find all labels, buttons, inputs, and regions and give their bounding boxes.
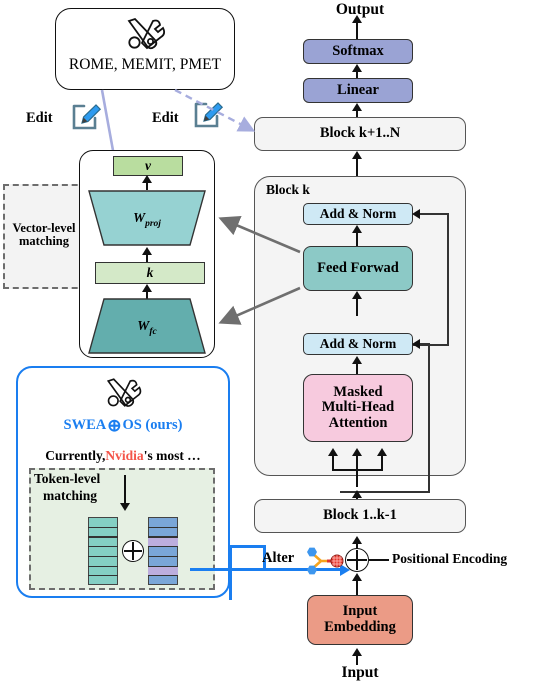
- softmax-box[interactable]: Softmax: [303, 39, 413, 64]
- residual-top-vertical: [447, 214, 449, 346]
- qkv-arrow-3-head: [376, 448, 387, 456]
- w-proj-label: Wproj: [85, 205, 209, 231]
- editors-label: ROME, MEMIT, PMET: [68, 55, 222, 73]
- sentence-part-1: Currently,: [45, 447, 106, 463]
- qkv-arrow-2-line: [356, 455, 359, 487]
- swea-title-op: ⊕: [107, 415, 122, 435]
- arrow-softmax-to-output-head: [351, 15, 362, 23]
- add-norm-top[interactable]: Add & Norm: [303, 203, 413, 225]
- vector-level-line-1: Vector-level: [12, 220, 76, 235]
- arrow-k-to-wproj-head: [141, 247, 152, 255]
- positional-encoding-label: Positional Encoding: [392, 551, 508, 566]
- vector-level-line-2: matching: [19, 234, 69, 248]
- sentence-part-2: 's most …: [143, 447, 201, 463]
- arrow-pe-to-blocklower-head: [351, 536, 362, 544]
- arrow-blockupper-to-linear-head: [351, 103, 362, 111]
- arrow-addnormbottom-to-ff-line: [356, 298, 359, 316]
- token-column-right-cells: [148, 517, 178, 585]
- add-norm-bottom[interactable]: Add & Norm: [303, 333, 413, 355]
- token-down-arrow-line: [124, 475, 126, 505]
- positional-connector: [369, 559, 389, 561]
- feed-forward-box[interactable]: Feed Forwad: [303, 246, 413, 291]
- arrow-wfc-to-k-head: [141, 284, 152, 292]
- swea-title: SWEA ⊕ OS (ours): [20, 415, 226, 437]
- input-label: Input: [341, 663, 379, 681]
- token-level-line-2: matching: [43, 487, 97, 503]
- arrow-emb-to-oplus-head: [351, 573, 362, 581]
- arrow-wproj-to-v-line: [146, 182, 149, 190]
- w-fc-sub: fc: [149, 326, 157, 337]
- residual-bottom-into-addnorm: [419, 343, 430, 345]
- arrow-ff-to-addnorm-head: [351, 225, 362, 233]
- arrow-blockk-to-blockupper-line: [356, 158, 359, 178]
- k-label: k: [146, 264, 154, 280]
- block-k-label: Block k: [266, 182, 310, 197]
- token-down-arrow-head: [120, 503, 130, 511]
- block-lower[interactable]: Block 1..k-1: [254, 499, 466, 533]
- input-embedding-box[interactable]: [307, 595, 413, 645]
- residual-bottom-arrowhead: [412, 338, 420, 349]
- pencil-edit-icon-right: [193, 100, 224, 130]
- arrow-linear-to-softmax-head: [351, 64, 362, 72]
- vector-level-matching-label: Vector-level matching: [6, 210, 82, 260]
- w-fc-main: W: [137, 317, 150, 333]
- v-box[interactable]: v: [113, 156, 183, 176]
- w-proj-sub: proj: [145, 218, 161, 229]
- arrow-addnormbottom-to-ff-head: [351, 291, 362, 299]
- block-upper[interactable]: Block k+1..N: [254, 117, 466, 151]
- residual-top-arrowhead: [412, 208, 420, 219]
- pencil-edit-icon-left: [71, 102, 102, 132]
- residual-bottom-vertical: [428, 343, 430, 493]
- qkv-fanout-bar: [332, 469, 383, 471]
- masked-attention-box[interactable]: [303, 374, 413, 442]
- arrow-ff-to-addnorm-line: [356, 232, 359, 246]
- sentence-highlight: Nvidia: [105, 447, 144, 463]
- swea-title-prefix: SWEA: [63, 417, 107, 434]
- alter-path-horizontal-top: [229, 545, 265, 548]
- tools-wrench-screwdriver-icon-swea: [100, 374, 144, 412]
- trunk-blocklower-to-blockk-head: [351, 490, 362, 498]
- arrow-attn-to-addnorm-head: [351, 356, 362, 364]
- qkv-arrow-3-line: [381, 455, 383, 470]
- w-fc-label: Wfc: [85, 313, 209, 339]
- qkv-arrow-2-head: [351, 448, 362, 456]
- token-column-left-cells: [88, 517, 118, 585]
- linear-box[interactable]: Linear: [303, 78, 413, 103]
- k-box[interactable]: k: [95, 262, 205, 284]
- alter-molecule-icon: [300, 545, 346, 577]
- arrow-wproj-to-v-head: [141, 175, 152, 183]
- residual-top-into-addnorm: [419, 213, 449, 215]
- positional-oplus-hbar: [347, 559, 367, 561]
- qkv-arrow-1-line: [332, 455, 334, 470]
- arrow-softmax-to-output-line: [356, 22, 359, 40]
- edit-label-left: Edit: [26, 110, 53, 126]
- token-oplus-hbar: [124, 550, 142, 552]
- qkv-arrow-1-head: [327, 448, 338, 456]
- edit-label-right: Edit: [152, 110, 179, 126]
- alter-path-vertical-from-swea: [229, 545, 232, 600]
- w-proj-main: W: [133, 209, 146, 225]
- token-level-matching-label: Token-level matching: [34, 471, 130, 513]
- swea-sentence: Currently, Nvidia's most …: [20, 446, 226, 466]
- arrow-blockk-to-blockupper-head: [351, 151, 362, 159]
- token-level-line-1: Token-level: [34, 471, 101, 486]
- tools-wrench-screwdriver-icon: [120, 14, 168, 54]
- arrow-input-to-emb-head: [351, 648, 362, 656]
- v-label: v: [145, 157, 151, 173]
- swea-title-suffix: OS (ours): [122, 417, 183, 434]
